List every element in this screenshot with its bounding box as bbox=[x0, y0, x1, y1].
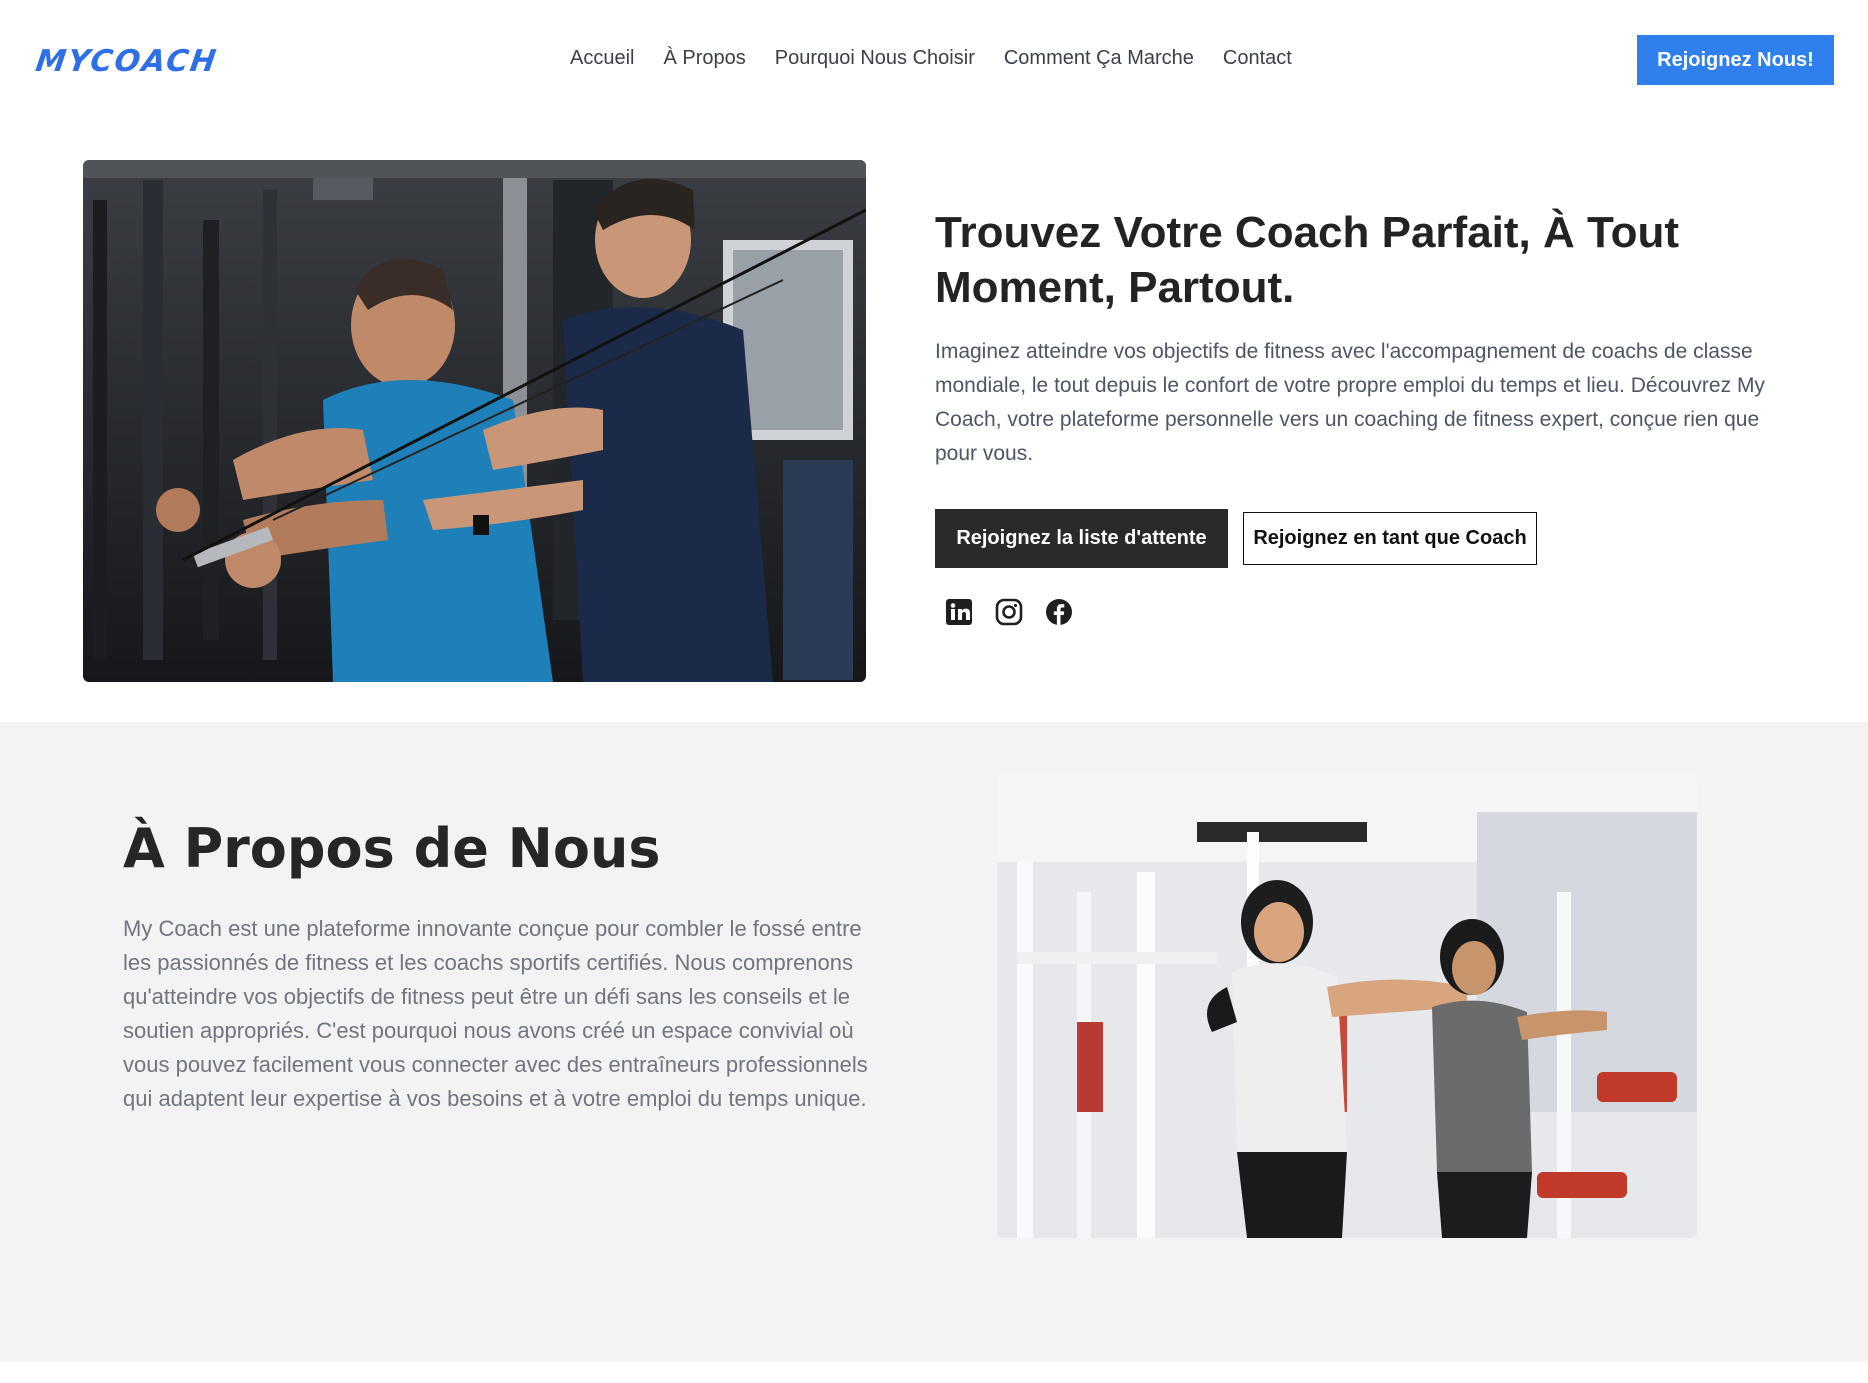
main-nav: Accueil À Propos Pourquoi Nous Choisir C… bbox=[570, 47, 1321, 70]
nav-link-comment[interactable]: Comment Ça Marche bbox=[1004, 47, 1194, 70]
logo[interactable]: MYCOACH bbox=[34, 44, 220, 79]
about-title: À Propos de Nous bbox=[123, 817, 661, 880]
about-section: À Propos de Nous My Coach est une platef… bbox=[0, 722, 1868, 1362]
about-text: My Coach est une plateforme innovante co… bbox=[123, 916, 868, 1111]
join-us-button[interactable]: Rejoignez Nous! bbox=[1637, 35, 1834, 85]
nav-link-a-propos[interactable]: À Propos bbox=[663, 47, 745, 70]
nav-link-accueil[interactable]: Accueil bbox=[570, 47, 634, 70]
hero-text: Trouvez Votre Coach Parfait, À Tout Mome… bbox=[935, 205, 1815, 471]
linkedin-icon[interactable] bbox=[945, 598, 973, 626]
hero-buttons: Rejoignez la liste d'attente Rejoignez e… bbox=[935, 509, 1537, 568]
hero-title: Trouvez Votre Coach Parfait, À Tout Mome… bbox=[935, 208, 1680, 312]
social-links bbox=[945, 598, 1073, 626]
join-as-coach-button[interactable]: Rejoignez en tant que Coach bbox=[1243, 512, 1537, 565]
nav-link-contact[interactable]: Contact bbox=[1223, 47, 1292, 70]
facebook-icon[interactable] bbox=[1045, 598, 1073, 626]
hero-description: Imaginez atteindre vos objectifs de fitn… bbox=[935, 340, 1765, 465]
join-waitlist-button[interactable]: Rejoignez la liste d'attente bbox=[935, 509, 1228, 568]
nav-link-pourquoi[interactable]: Pourquoi Nous Choisir bbox=[775, 47, 975, 70]
about-image bbox=[997, 772, 1697, 1238]
hero-image bbox=[83, 160, 866, 682]
site-header: MYCOACH Accueil À Propos Pourquoi Nous C… bbox=[0, 0, 1868, 120]
instagram-icon[interactable] bbox=[995, 598, 1023, 626]
